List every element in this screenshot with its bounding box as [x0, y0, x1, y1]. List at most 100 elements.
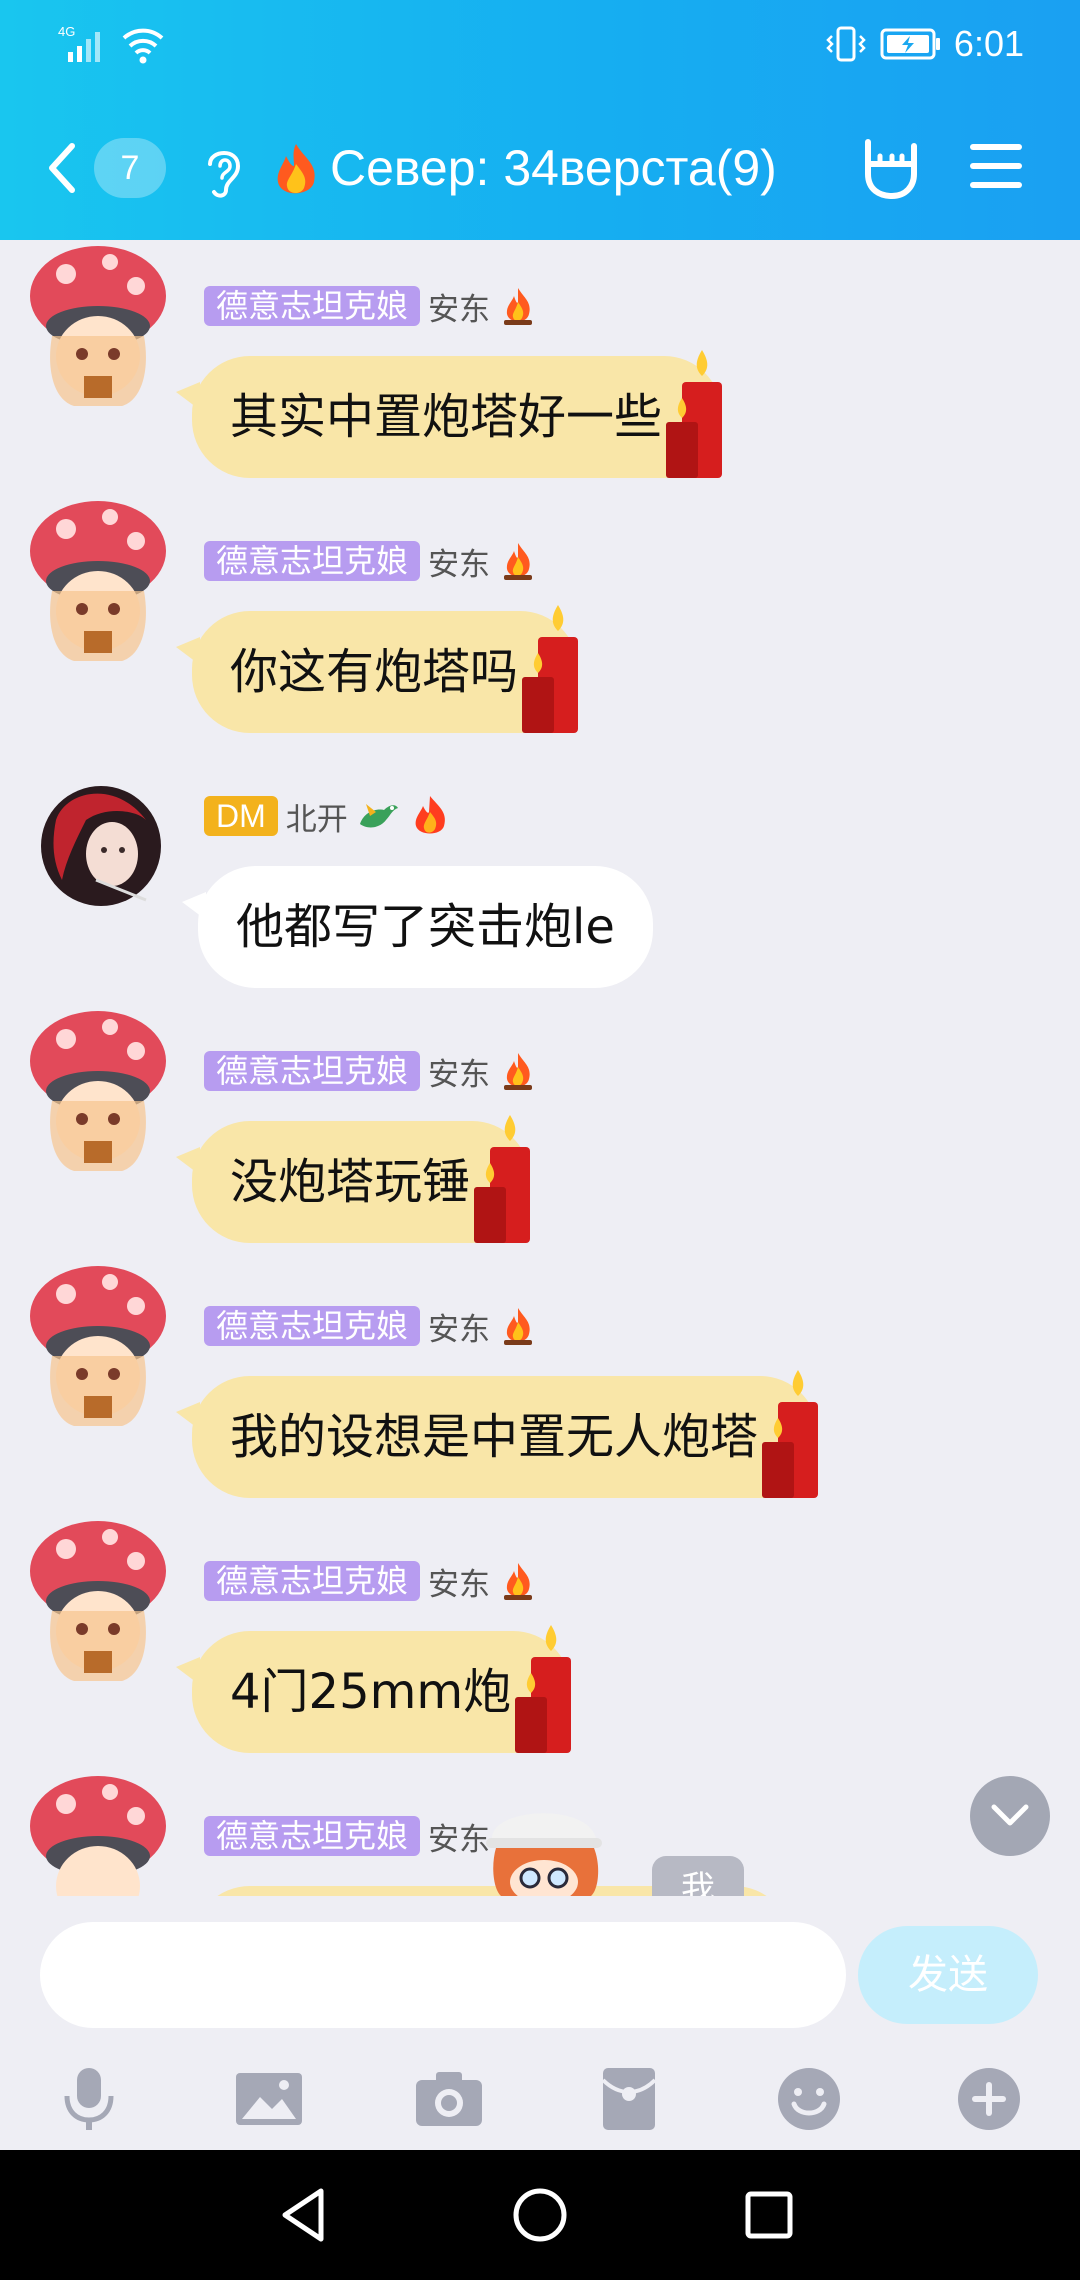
message-meta: 德意志坦克娘 安东 [204, 539, 538, 583]
bubble-tail [182, 892, 206, 920]
fire-level-icon [504, 288, 533, 325]
message-meta: 德意志坦克娘 安东 [204, 284, 538, 328]
mushroom-avatar[interactable] [26, 240, 176, 410]
message-input[interactable] [40, 1922, 846, 2028]
member-title-tag: 德意志坦克娘 [204, 286, 421, 326]
wifi-icon [122, 28, 164, 64]
member-title-tag: DM [204, 796, 278, 836]
message-text: 你这有炮塔吗 [230, 644, 519, 700]
mushroom-avatar[interactable] [26, 1770, 176, 1896]
message-item: 德意志坦克娘 安东 没炮塔玩锤 [0, 1005, 1080, 1245]
message-bubble[interactable]: 没炮塔玩锤 [176, 1115, 531, 1243]
chat-title-text: Север: 34верста(9) [330, 140, 777, 196]
back-button[interactable]: 7 [44, 136, 166, 200]
camera-button[interactable] [404, 2054, 494, 2144]
message-text: 其实中置炮塔好一些 [230, 389, 663, 445]
message-meta: 德意志坦克娘 安东 [204, 1049, 538, 1093]
message-item: 德意志坦克娘 安东 4门25mm炮 [0, 1515, 1080, 1755]
emoji-button[interactable] [764, 2054, 854, 2144]
fire-level-icon [504, 1053, 533, 1090]
top-bar: 4G 6:01 7 Север: 34верста(9) [0, 0, 1080, 240]
message-item: 德意志坦克娘 安东 我的设想是中置无人炮塔 [0, 1260, 1080, 1500]
vibrate-icon [826, 26, 866, 62]
bubble-tail [176, 1402, 200, 1430]
ear-icon[interactable] [200, 142, 248, 200]
chat-title: Север: 34верста(9) [268, 136, 777, 202]
sender-name[interactable]: 安东 [428, 1559, 490, 1604]
battery-icon [880, 28, 940, 60]
bubble-tail [176, 637, 200, 665]
send-button[interactable]: 发送 [858, 1926, 1038, 2024]
message-text: 我的设想是中置无人炮塔 [230, 1409, 759, 1465]
system-back-button[interactable] [270, 2180, 340, 2250]
system-recents-button[interactable] [734, 2180, 804, 2250]
message-item: 德意志坦克娘 安东 你这有炮塔吗 [0, 495, 1080, 735]
camera-icon [416, 2072, 482, 2126]
message-list[interactable]: 德意志坦克娘 安东 其实中置炮塔好一些 德意志坦克娘 安东 你这有炮塔吗 DM … [0, 240, 1080, 1896]
message-meta: DM 北开 [204, 794, 452, 838]
mushroom-avatar[interactable] [26, 1005, 176, 1175]
member-title-tag: 德意志坦克娘 [204, 1561, 421, 1601]
sender-name[interactable]: 安东 [428, 1304, 490, 1349]
member-title-tag: 德意志坦克娘 [204, 1306, 421, 1346]
fire-icon [277, 143, 315, 194]
message-bubble[interactable]: 他都写了突击炮le [182, 866, 653, 988]
dragon-badge-icon [359, 804, 398, 828]
message-item: 德意志坦克娘 安东 其实中置炮塔好一些 [0, 240, 1080, 480]
sender-name[interactable]: 安东 [428, 284, 490, 329]
composer: 发送 [0, 1896, 1080, 2150]
message-bubble[interactable]: 4门25mm炮 [176, 1625, 572, 1753]
candle-icon [762, 1370, 819, 1498]
sender-name[interactable]: 北开 [286, 794, 348, 839]
image-button[interactable] [224, 2054, 314, 2144]
floating-character-avatar[interactable] [476, 1798, 616, 1898]
red-packet-button[interactable] [584, 2054, 674, 2144]
mushroom-avatar[interactable] [26, 1260, 176, 1430]
member-title-tag: 德意志坦克娘 [204, 1051, 421, 1091]
triangle-back-icon [282, 2188, 324, 2242]
candle-icon [522, 605, 579, 733]
network-type-label: 4G [58, 24, 75, 39]
fire-level-icon [504, 543, 533, 580]
status-right: 6:01 [824, 20, 1024, 68]
mushroom-avatar[interactable] [26, 495, 176, 665]
chevron-left-icon [49, 143, 75, 193]
system-navigation-bar [0, 2150, 1080, 2280]
message-bubble[interactable]: 我的设想是中置无人炮塔 [176, 1370, 819, 1498]
nav-bar: 7 Север: 34верста(9) [0, 120, 1080, 220]
clock: 6:01 [953, 23, 1024, 64]
message-bubble[interactable]: 其实中置炮塔好一些 [176, 350, 723, 478]
bubble-tail [176, 1147, 200, 1175]
plus-icon [958, 2068, 1020, 2130]
composer-toolbar [0, 2054, 1080, 2144]
message-bubble[interactable]: 你这有炮塔吗 [176, 605, 579, 733]
status-bar: 4G 6:01 [0, 0, 1080, 90]
microphone-icon [64, 2068, 114, 2130]
fire-level-icon [415, 796, 445, 834]
message-text: 4门25mm炮 [230, 1664, 512, 1720]
sender-name[interactable]: 安东 [428, 1049, 490, 1094]
voice-button[interactable] [44, 2054, 134, 2144]
square-recents-icon [745, 2191, 793, 2239]
red-packet-icon [601, 2068, 657, 2130]
message-meta: 德意志坦克娘 安东 [204, 1559, 538, 1603]
candle-icon [474, 1115, 531, 1243]
image-icon [236, 2073, 302, 2125]
candle-icon [666, 350, 723, 478]
bubble-tail [176, 382, 200, 410]
menu-icon[interactable] [968, 140, 1024, 192]
sender-name[interactable]: 安东 [428, 539, 490, 584]
more-button[interactable] [944, 2054, 1034, 2144]
fire-level-icon [504, 1563, 533, 1600]
scroll-to-bottom-button[interactable] [970, 1776, 1050, 1856]
red-hair-avatar[interactable] [26, 750, 176, 920]
member-title-tag: 德意志坦克娘 [204, 1816, 421, 1856]
bubble-tail [176, 1657, 200, 1685]
fire-level-icon [504, 1308, 533, 1345]
mushroom-avatar[interactable] [26, 1515, 176, 1685]
system-home-button[interactable] [505, 2180, 575, 2250]
candle-icon [515, 1625, 572, 1753]
member-title-tag: 德意志坦克娘 [204, 541, 421, 581]
rock-hand-icon[interactable] [858, 134, 922, 202]
message-item: DM 北开 他都写了突击炮le [0, 750, 1080, 990]
